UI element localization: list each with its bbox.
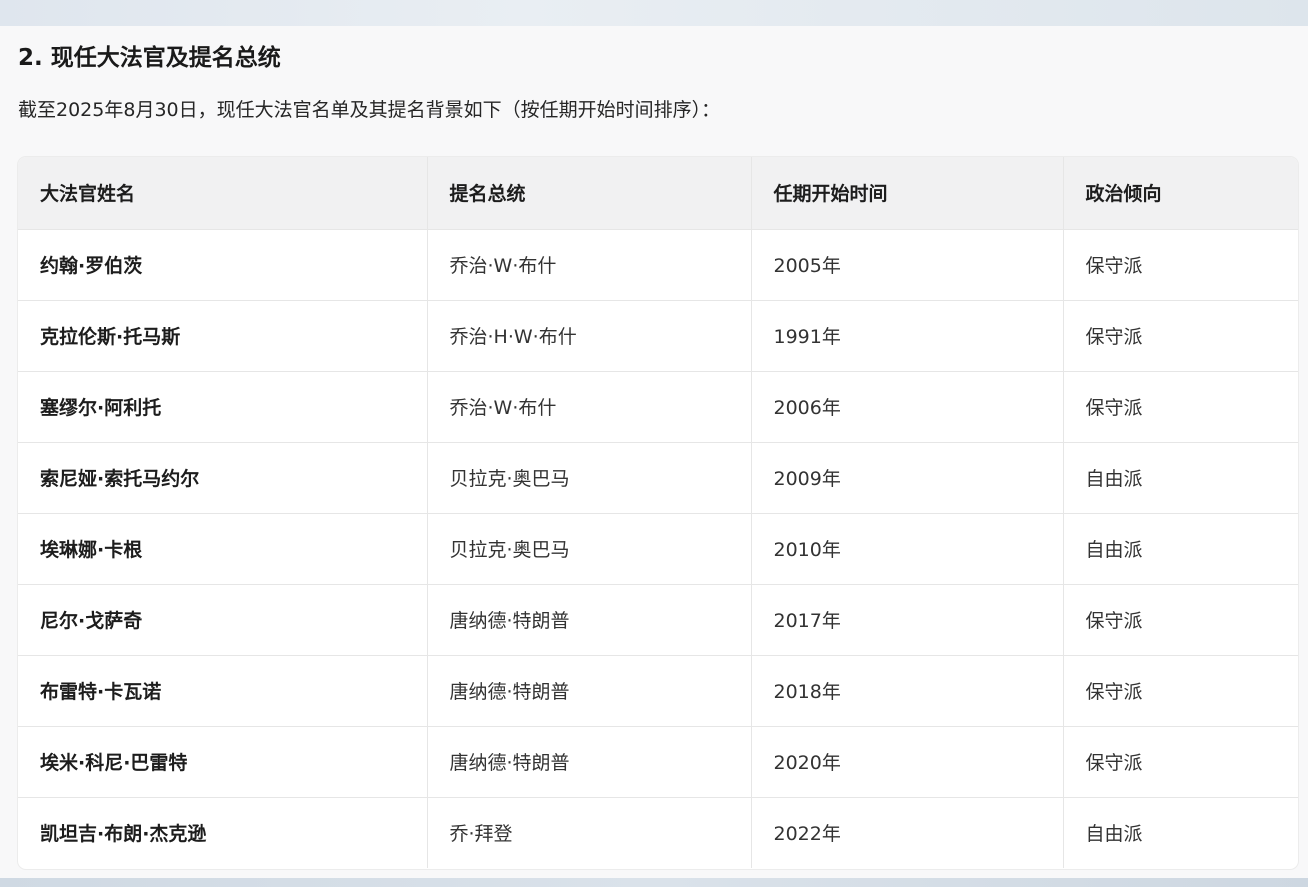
cell-justice-name: 约翰·罗伯茨 [18, 228, 427, 300]
bottom-gradient-band [0, 878, 1308, 887]
cell-justice-name: 埃琳娜·卡根 [18, 512, 427, 584]
cell-political-leaning: 自由派 [1062, 512, 1298, 584]
cell-justice-name: 塞缪尔·阿利托 [18, 370, 427, 442]
cell-term-start: 2009年 [750, 441, 1063, 513]
header-political-leaning: 政治倾向 [1062, 157, 1298, 229]
justices-table: 大法官姓名 提名总统 任期开始时间 政治倾向 约翰·罗伯茨 乔治·W·布什 20… [18, 157, 1298, 868]
cell-political-leaning: 自由派 [1062, 796, 1298, 868]
table-row: 约翰·罗伯茨 乔治·W·布什 2005年 保守派 [18, 228, 1298, 300]
cell-nominating-president: 贝拉克·奥巴马 [426, 441, 751, 513]
cell-political-leaning: 保守派 [1062, 583, 1298, 655]
table-row: 克拉伦斯·托马斯 乔治·H·W·布什 1991年 保守派 [18, 299, 1298, 371]
cell-political-leaning: 自由派 [1062, 441, 1298, 513]
cell-nominating-president: 乔·拜登 [426, 796, 751, 868]
cell-term-start: 2005年 [750, 228, 1063, 300]
justices-table-card: 大法官姓名 提名总统 任期开始时间 政治倾向 约翰·罗伯茨 乔治·W·布什 20… [18, 157, 1298, 869]
cell-term-start: 2006年 [750, 370, 1063, 442]
table-row: 塞缪尔·阿利托 乔治·W·布什 2006年 保守派 [18, 370, 1298, 442]
cell-nominating-president: 贝拉克·奥巴马 [426, 512, 751, 584]
cell-nominating-president: 唐纳德·特朗普 [426, 583, 751, 655]
cell-term-start: 2010年 [750, 512, 1063, 584]
cell-nominating-president: 乔治·H·W·布什 [426, 299, 751, 371]
cell-political-leaning: 保守派 [1062, 299, 1298, 371]
cell-nominating-president: 乔治·W·布什 [426, 228, 751, 300]
table-row: 尼尔·戈萨奇 唐纳德·特朗普 2017年 保守派 [18, 583, 1298, 655]
cell-political-leaning: 保守派 [1062, 228, 1298, 300]
table-header-row: 大法官姓名 提名总统 任期开始时间 政治倾向 [18, 157, 1298, 229]
section-intro: 截至2025年8月30日，现任大法官名单及其提名背景如下（按任期开始时间排序）： [18, 99, 721, 121]
cell-political-leaning: 保守派 [1062, 725, 1298, 797]
table-row: 埃琳娜·卡根 贝拉克·奥巴马 2010年 自由派 [18, 512, 1298, 584]
cell-term-start: 2020年 [750, 725, 1063, 797]
cell-term-start: 2017年 [750, 583, 1063, 655]
cell-justice-name: 埃米·科尼·巴雷特 [18, 725, 427, 797]
header-justice-name: 大法官姓名 [40, 183, 136, 206]
table-row: 埃米·科尼·巴雷特 唐纳德·特朗普 2020年 保守派 [18, 725, 1298, 797]
header-nominating-president: 提名总统 [426, 157, 751, 229]
cell-justice-name: 索尼娅·索托马约尔 [18, 441, 427, 513]
cell-term-start: 2018年 [750, 654, 1063, 726]
cell-political-leaning: 保守派 [1062, 370, 1298, 442]
header-term-start: 任期开始时间 [750, 157, 1063, 229]
top-gradient-band [0, 0, 1308, 26]
table-row: 布雷特·卡瓦诺 唐纳德·特朗普 2018年 保守派 [18, 654, 1298, 726]
section-heading: 2. 现任大法官及提名总统 [18, 45, 281, 71]
cell-justice-name: 克拉伦斯·托马斯 [18, 299, 427, 371]
cell-nominating-president: 唐纳德·特朗普 [426, 725, 751, 797]
table-row: 索尼娅·索托马约尔 贝拉克·奥巴马 2009年 自由派 [18, 441, 1298, 513]
cell-term-start: 1991年 [750, 299, 1063, 371]
table-row: 凯坦吉·布朗·杰克逊 乔·拜登 2022年 自由派 [18, 796, 1298, 868]
cell-justice-name: 尼尔·戈萨奇 [18, 583, 427, 655]
cell-justice-name: 凯坦吉·布朗·杰克逊 [18, 796, 427, 868]
cell-political-leaning: 保守派 [1062, 654, 1298, 726]
cell-term-start: 2022年 [750, 796, 1063, 868]
cell-nominating-president: 唐纳德·特朗普 [426, 654, 751, 726]
cell-nominating-president: 乔治·W·布什 [426, 370, 751, 442]
cell-justice-name: 布雷特·卡瓦诺 [18, 654, 427, 726]
